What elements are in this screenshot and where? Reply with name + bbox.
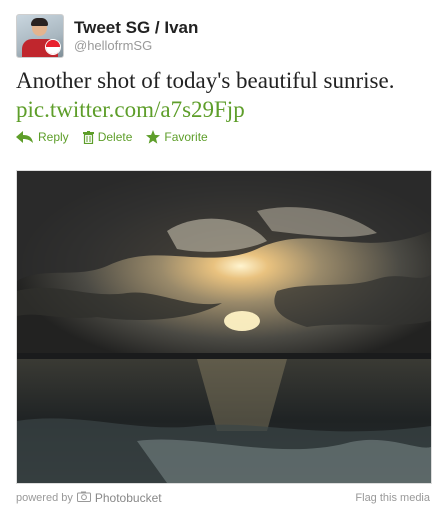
star-icon bbox=[146, 130, 161, 144]
singapore-flag-badge bbox=[45, 39, 61, 55]
tweet-media-link[interactable]: pic.twitter.com/a7s29Fjp bbox=[16, 95, 436, 124]
avatar[interactable] bbox=[16, 14, 64, 58]
reply-button[interactable]: Reply bbox=[16, 130, 69, 144]
user-handle[interactable]: @hellofrmSG bbox=[74, 38, 198, 54]
tweet-text: Another shot of today's beautiful sunris… bbox=[16, 68, 395, 93]
favorite-label: Favorite bbox=[164, 130, 208, 144]
flag-media-link[interactable]: Flag this media bbox=[355, 492, 430, 504]
tweet-body: Another shot of today's beautiful sunris… bbox=[16, 66, 436, 124]
tweet-actions: Reply Delete Favorite bbox=[16, 130, 208, 144]
sunrise-image bbox=[17, 171, 431, 483]
camera-icon bbox=[76, 491, 91, 505]
reply-icon bbox=[16, 131, 34, 143]
trash-icon bbox=[82, 130, 94, 144]
delete-button[interactable]: Delete bbox=[82, 130, 133, 144]
avatar-hair bbox=[31, 18, 48, 26]
favorite-button[interactable]: Favorite bbox=[146, 130, 208, 144]
media-footer: powered by Photobucket Flag this media bbox=[16, 491, 430, 505]
user-names: Tweet SG / Ivan @hellofrmSG bbox=[74, 18, 198, 54]
sunrise-photo[interactable] bbox=[16, 170, 432, 484]
powered-by[interactable]: powered by Photobucket bbox=[16, 491, 162, 505]
powered-by-label: powered by bbox=[16, 492, 73, 504]
photobucket-label: Photobucket bbox=[94, 491, 162, 505]
reply-label: Reply bbox=[38, 130, 69, 144]
display-name[interactable]: Tweet SG / Ivan bbox=[74, 18, 198, 38]
tweet-header: Tweet SG / Ivan @hellofrmSG bbox=[16, 14, 198, 58]
delete-label: Delete bbox=[97, 130, 133, 144]
